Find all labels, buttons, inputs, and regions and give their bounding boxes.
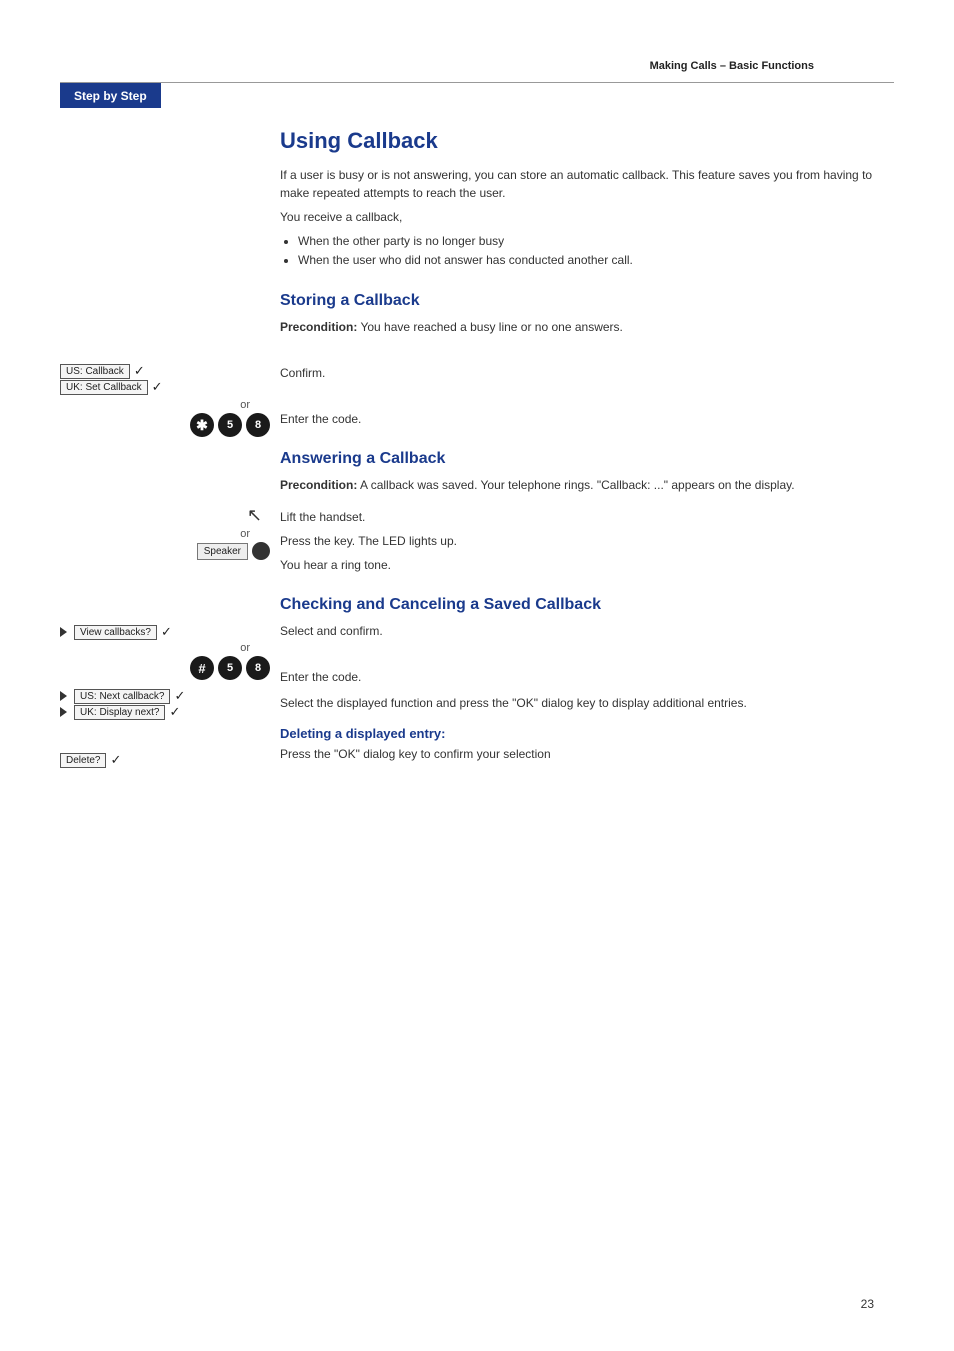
uk-set-callback-row: UK: Set Callback ✓ [60, 379, 270, 395]
next-callback-keys-group: US: Next callback? ✓ UK: Display next? ✓ [60, 688, 270, 720]
right-column: Using Callback If a user is busy or is n… [280, 118, 894, 769]
left-column: US: Callback ✓ UK: Set Callback ✓ or ✱ 5… [60, 118, 280, 769]
uk-display-next-key: UK: Display next? [74, 705, 165, 720]
us-next-callback-row: US: Next callback? ✓ [60, 688, 270, 704]
triangle-icon-2 [60, 691, 67, 701]
five-button: 5 [218, 413, 242, 437]
storing-title: Storing a Callback [280, 292, 894, 310]
answering-precondition-label: Precondition: [280, 478, 357, 492]
storing-precondition: Precondition: You have reached a busy li… [280, 318, 894, 336]
select-confirm-text: Select and confirm. [280, 622, 894, 640]
ring-tone-text: You hear a ring tone. [280, 556, 894, 574]
main-title: Using Callback [280, 128, 894, 154]
or-label-3: or [60, 642, 250, 654]
lift-handset-text: Lift the handset. [280, 508, 894, 526]
callback-keys-group: US: Callback ✓ UK: Set Callback ✓ [60, 363, 270, 395]
enter-code-text-1: Enter the code. [280, 410, 894, 428]
delete-key: Delete? [60, 753, 106, 768]
header-title: Making Calls – Basic Functions [650, 60, 814, 72]
eight-button-2: 8 [246, 656, 270, 680]
view-callbacks-key: View callbacks? [74, 625, 157, 640]
page-number: 23 [861, 1297, 874, 1311]
eight-button-1: 8 [246, 413, 270, 437]
star-button: ✱ [190, 413, 214, 437]
checking-title: Checking and Canceling a Saved Callback [280, 596, 894, 614]
hash-button: # [190, 656, 214, 680]
triangle-icon-1 [60, 627, 67, 637]
select-function-text: Select the displayed function and press … [280, 694, 894, 712]
step-by-step-label: Step by Step [74, 89, 147, 103]
us-callback-check: ✓ [134, 363, 145, 379]
bullet-2: When the user who did not answer has con… [298, 251, 894, 270]
or-label-2: or [60, 528, 250, 540]
us-next-callback-key: US: Next callback? [74, 689, 170, 704]
uk-display-check: ✓ [169, 704, 180, 720]
confirm-text: Confirm. [280, 364, 894, 382]
uk-set-callback-check: ✓ [152, 379, 163, 395]
led-indicator [252, 542, 270, 560]
press-ok-text: Press the "OK" dialog key to confirm you… [280, 745, 894, 763]
delete-check: ✓ [110, 752, 121, 768]
view-callbacks-check: ✓ [161, 624, 172, 640]
precondition-label: Precondition: [280, 320, 357, 334]
enter-code-text-2: Enter the code. [280, 668, 894, 686]
triangle-icon-3 [60, 707, 67, 717]
uk-set-callback-key: UK: Set Callback [60, 380, 148, 395]
intro-para1: If a user is busy or is not answering, y… [280, 166, 894, 202]
us-next-check: ✓ [174, 688, 185, 704]
page-header: Making Calls – Basic Functions [60, 0, 894, 83]
speaker-key: Speaker [197, 543, 248, 560]
uk-display-next-row: UK: Display next? ✓ [60, 704, 270, 720]
answering-precondition-text: A callback was saved. Your telephone rin… [357, 478, 794, 492]
or-label-1: or [60, 399, 250, 411]
us-callback-row: US: Callback ✓ [60, 363, 270, 379]
intro-bullets: When the other party is no longer busy W… [298, 232, 894, 270]
deleting-subsection-title: Deleting a displayed entry: [280, 726, 894, 741]
lift-handset-icon: ↗ [247, 505, 262, 526]
five-button-2: 5 [218, 656, 242, 680]
bullet-1: When the other party is no longer busy [298, 232, 894, 251]
answering-title: Answering a Callback [280, 450, 894, 468]
answering-precondition: Precondition: A callback was saved. Your… [280, 476, 894, 494]
intro-para2: You receive a callback, [280, 208, 894, 226]
us-callback-key: US: Callback [60, 364, 130, 379]
press-key-text: Press the key. The LED lights up. [280, 532, 894, 550]
view-callbacks-row: View callbacks? ✓ [60, 624, 270, 640]
delete-row: Delete? ✓ [60, 752, 270, 768]
storing-precondition-text: You have reached a busy line or no one a… [357, 320, 623, 334]
